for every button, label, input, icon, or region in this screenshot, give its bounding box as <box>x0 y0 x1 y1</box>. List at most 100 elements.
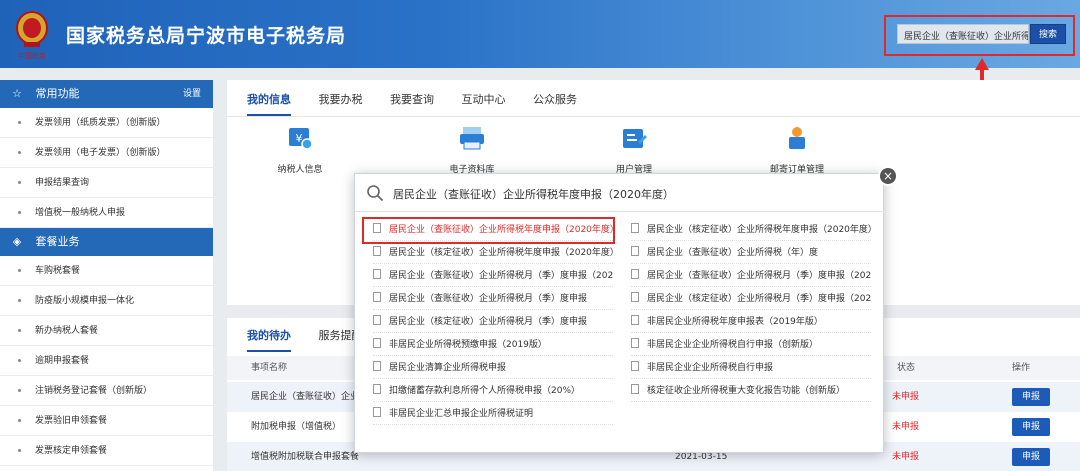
search-result-item[interactable]: 居民企业（查账征收）企业所得税月（季）度申报 <box>373 288 613 310</box>
search-result-item[interactable]: 非居民企业企业所得税自行申报（创新版） <box>631 334 871 356</box>
result-highlight-box <box>362 217 615 244</box>
declare-button[interactable]: 申报 <box>1012 388 1050 406</box>
bullet-icon <box>18 151 21 154</box>
svg-text:中国税务: 中国税务 <box>18 51 46 60</box>
tab-interaction[interactable]: 互动中心 <box>462 90 506 116</box>
sidebar-item[interactable]: 防疫版小规模申报一体化 <box>0 286 213 316</box>
sidebar-item-label: 申报结果查询 <box>35 178 90 188</box>
bullet-icon <box>18 359 21 362</box>
sidebar-item[interactable]: 发票领用（纸质发票）（创新版） <box>0 108 213 138</box>
sidebar-item[interactable]: 发票核定申领套餐 <box>0 436 213 466</box>
tab-public-service[interactable]: 公众服务 <box>533 90 577 116</box>
sidebar-section-title: 套餐业务 <box>35 235 80 248</box>
search-result-item[interactable]: 非居民企业所得税预缴申报（2019版） <box>373 334 613 356</box>
document-icon <box>373 269 381 279</box>
sidebar-item-label: 发票领用（纸质发票）（创新版） <box>35 118 166 128</box>
search-result-label: 核定征收企业所得税重大变化报告功能（创新版） <box>647 386 846 396</box>
sidebar-section-title: 常用功能 <box>35 87 80 100</box>
document-icon <box>373 407 381 417</box>
search-result-label: 居民企业（核定征收）企业所得税年度申报（2020年度） <box>389 248 613 258</box>
document-icon <box>373 246 381 256</box>
search-result-label: 扣缴储蓄存款利息所得个人所得税申报（20%） <box>389 386 581 396</box>
popup-search-bar[interactable]: 居民企业（查账征收）企业所得税年度申报（2020年度） <box>355 174 885 212</box>
document-icon <box>373 338 381 348</box>
document-icon <box>631 269 639 279</box>
search-result-item[interactable]: 居民企业（核定征收）企业所得税月（季）度申报 <box>373 311 613 333</box>
tab-tax-handling[interactable]: 我要办税 <box>319 90 363 116</box>
col-name-header: 事项名称 <box>251 363 288 373</box>
document-icon <box>373 315 381 325</box>
popup-search-query: 居民企业（查账征收）企业所得税年度申报（2020年度） <box>393 188 674 201</box>
tab-divider <box>227 116 1080 117</box>
bullet-icon <box>18 299 21 302</box>
document-icon <box>631 292 639 302</box>
declare-button[interactable]: 申报 <box>1012 448 1050 466</box>
search-result-label: 非居民企业所得税预缴申报（2019版） <box>389 340 547 350</box>
sidebar-item-label: 注销税务登记套餐（创新版） <box>35 386 153 396</box>
search-result-label: 非居民企业所得税年度申报表（2019年版） <box>647 317 823 327</box>
taxpayer-info-icon: ¥ <box>289 128 313 150</box>
sidebar-item-label: 新办纳税人套餐 <box>35 326 99 336</box>
search-result-item[interactable]: 居民企业清算企业所得税申报 <box>373 357 613 379</box>
main-tabs: 我的信息 我要办税 我要查询 互动中心 公众服务 <box>247 90 601 116</box>
bullet-icon <box>18 269 21 272</box>
feature-user-management[interactable]: 用户管理 <box>594 125 674 175</box>
feature-mail-orders[interactable]: 邮寄订单管理 <box>757 125 837 175</box>
sidebar-setting-link[interactable]: 设置 <box>183 80 201 108</box>
close-icon[interactable]: × <box>878 166 898 186</box>
todo-item-name: 增值税附加税联合申报套餐 <box>251 452 360 462</box>
search-result-item[interactable]: 居民企业（核定征收）企业所得税月（季）度申报（2021版） <box>631 288 871 310</box>
sidebar-item[interactable]: 发票领用（电子发票）（创新版） <box>0 138 213 168</box>
header-search-button[interactable]: 搜索 <box>1030 24 1066 44</box>
tab-query[interactable]: 我要查询 <box>390 90 434 116</box>
sidebar-item[interactable]: 逾期申报套餐 <box>0 346 213 376</box>
bullet-icon <box>18 121 21 124</box>
search-result-item[interactable]: 非居民企业企业所得税自行申报 <box>631 357 871 379</box>
sidebar-item[interactable]: 新办纳税人套餐 <box>0 316 213 346</box>
todo-item-name: 附加税申报（增值税） <box>251 422 342 432</box>
document-icon <box>373 292 381 302</box>
search-result-label: 非居民企业汇总申报企业所得税证明 <box>389 409 534 419</box>
sidebar-item[interactable]: 增值税一般纳税人申报 <box>0 198 213 228</box>
search-result-item[interactable]: 非居民企业所得税年度申报表（2019年版） <box>631 311 871 333</box>
search-result-item[interactable]: 非居民企业汇总申报企业所得税证明 <box>373 403 613 425</box>
document-icon <box>373 361 381 371</box>
bullet-icon <box>18 329 21 332</box>
search-result-item[interactable]: 核定征收企业所得税重大变化报告功能（创新版） <box>631 380 871 402</box>
search-result-item[interactable]: 居民企业（查账征收）企业所得税月（季）度申报（2021版） <box>631 265 871 287</box>
search-result-item[interactable]: 居民企业（核定征收）企业所得税年度申报（2020年度） <box>373 242 613 264</box>
declare-button[interactable]: 申报 <box>1012 418 1050 436</box>
col-action-header: 操作 <box>1012 363 1031 373</box>
sidebar-item-label: 发票领用（电子发票）（创新版） <box>35 148 166 158</box>
sidebar-item[interactable]: 车购税套餐 <box>0 256 213 286</box>
bullet-icon <box>18 211 21 214</box>
sidebar-item[interactable]: 发票验旧申领套餐 <box>0 406 213 436</box>
tab-my-todo[interactable]: 我的待办 <box>247 326 291 352</box>
header-search-input[interactable]: 居民企业（查账征收）企业所得 <box>897 24 1029 44</box>
bullet-icon <box>18 449 21 452</box>
delivery-icon <box>789 127 805 149</box>
search-result-item[interactable]: 居民企业（查账征收）企业所得税（年）度 <box>631 242 871 264</box>
search-result-label: 非居民企业企业所得税自行申报 <box>647 363 774 373</box>
sidebar-item[interactable]: 注销税务登记套餐（创新版） <box>0 376 213 406</box>
sidebar-item-label: 车购税套餐 <box>35 266 81 276</box>
sidebar-section-package[interactable]: ◈ 套餐业务 <box>0 228 213 256</box>
bullet-icon <box>18 419 21 422</box>
feature-e-archive[interactable]: 电子资料库 <box>432 125 512 175</box>
status-badge: 未申报 <box>892 422 920 432</box>
feature-taxpayer-info[interactable]: ¥ 纳税人信息 <box>260 125 340 175</box>
search-result-item[interactable]: 居民企业（核定征收）企业所得税年度申报（2020年度） <box>631 219 871 241</box>
sidebar-item[interactable]: 申报结果查询 <box>0 168 213 198</box>
search-result-item[interactable]: 扣缴储蓄存款利息所得个人所得税申报（20%） <box>373 380 613 402</box>
search-result-label: 居民企业（查账征收）企业所得税月（季）度申报 <box>389 294 588 304</box>
bullet-icon <box>18 181 21 184</box>
sidebar-item-label: 防疫版小规模申报一体化 <box>35 296 135 306</box>
sidebar-section-common[interactable]: ☆ 常用功能 设置 <box>0 80 213 108</box>
sidebar-item-label: 逾期申报套餐 <box>35 356 90 366</box>
site-title: 国家税务总局宁波市电子税务局 <box>66 25 347 47</box>
search-result-label: 居民企业（核定征收）企业所得税年度申报（2020年度） <box>647 225 871 235</box>
search-result-item[interactable]: 居民企业（查账征收）企业所得税月（季）度申报（2021版） <box>373 265 613 287</box>
sidebar: ☆ 常用功能 设置 发票领用（纸质发票）（创新版） 发票领用（电子发票）（创新版… <box>0 80 213 471</box>
tab-my-info[interactable]: 我的信息 <box>247 90 291 116</box>
bullet-icon <box>18 389 21 392</box>
